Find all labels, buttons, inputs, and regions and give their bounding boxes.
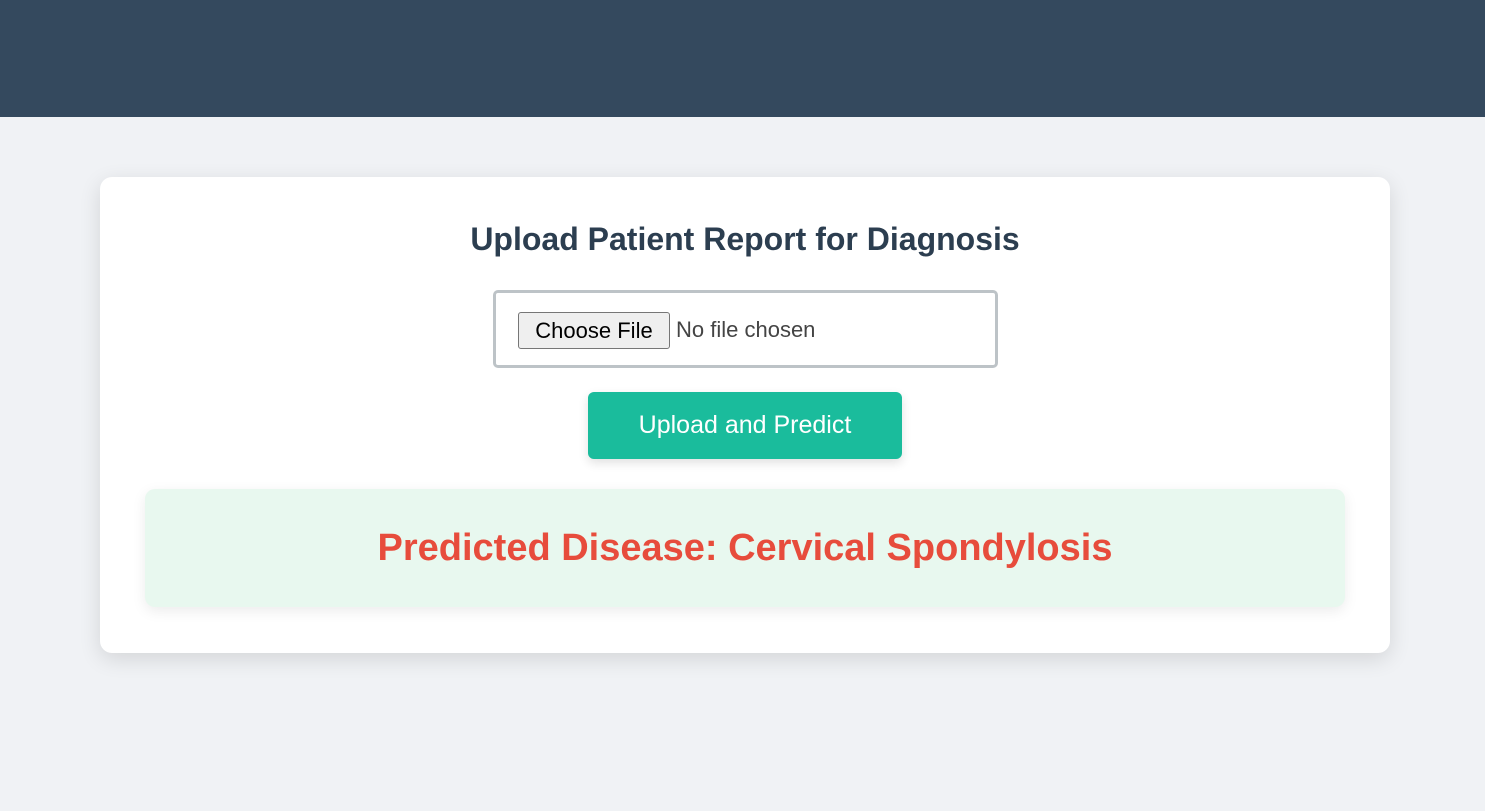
choose-file-button[interactable]: Choose File: [518, 312, 670, 349]
header-bar: [0, 0, 1485, 117]
file-status-label: No file chosen: [676, 317, 816, 342]
file-input[interactable]: Choose File No file chosen: [493, 290, 998, 368]
predicted-disease-text: Predicted Disease: Cervical Spondylosis: [377, 527, 1113, 569]
page-title: Upload Patient Report for Diagnosis: [470, 221, 1020, 257]
upload-and-predict-button[interactable]: Upload and Predict: [588, 392, 902, 459]
prediction-result-panel: Predicted Disease: Cervical Spondylosis: [145, 489, 1345, 607]
upload-card: Upload Patient Report for Diagnosis Choo…: [100, 177, 1390, 653]
